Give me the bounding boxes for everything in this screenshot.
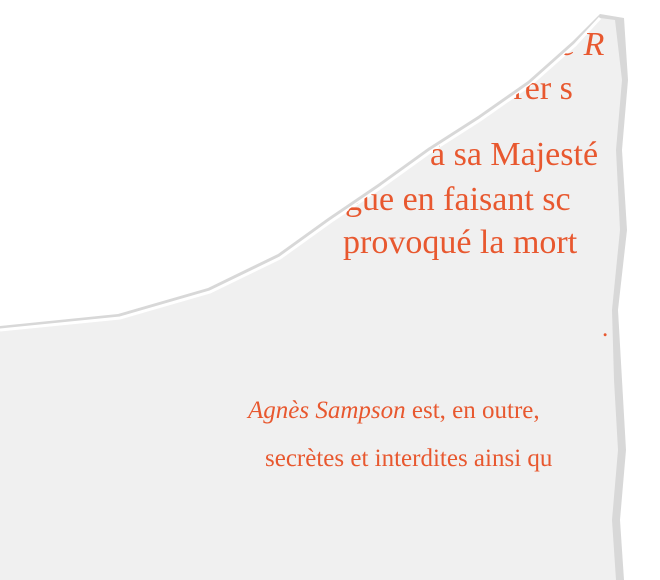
person-name: Agnès Sampson (248, 397, 406, 424)
torn-paper-fragment: e R mbrer s à sa Majesté gue en faisant … (0, 0, 660, 580)
paragraph-line-1-rest: est, en outre, (405, 397, 540, 424)
text-line-6: . (602, 315, 609, 342)
text-line-3: à sa Majesté (430, 136, 599, 173)
paragraph-line-1: Agnès Sampson est, en outre, (248, 398, 540, 423)
paragraph-line-2: secrètes et interdites ainsi qu (265, 445, 553, 472)
text-line-5: provoqué la mort (343, 224, 578, 261)
